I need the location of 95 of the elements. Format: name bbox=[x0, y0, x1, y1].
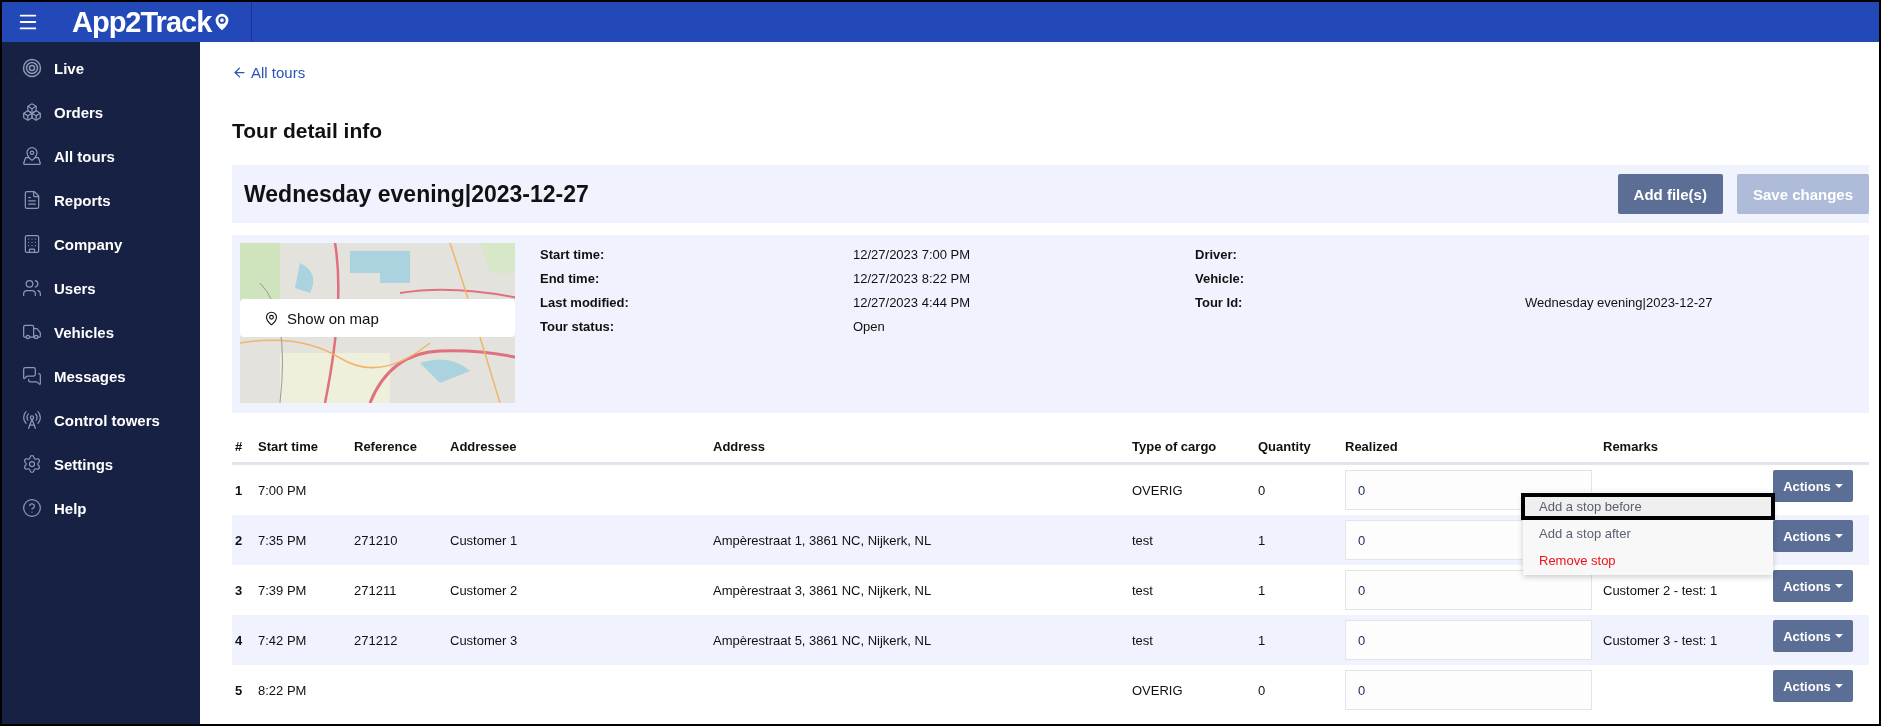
chat-icon bbox=[22, 366, 42, 386]
caret-icon bbox=[1834, 634, 1843, 638]
sidebar-item[interactable]: Users bbox=[2, 266, 200, 310]
table-cell-text: Ampèrestraat 5, 3861 NC, Nijkerk, NL bbox=[713, 632, 933, 648]
detail-value: 12/27/2023 7:00 PM bbox=[853, 247, 972, 264]
show-on-map-button[interactable]: Show on map bbox=[240, 299, 515, 337]
table-cell-text: 7:00 PM bbox=[258, 482, 308, 498]
column-header: # bbox=[235, 439, 244, 454]
detail-value: 12/27/2023 4:44 PM bbox=[853, 295, 972, 312]
detail-label: Tour Id: bbox=[1195, 295, 1244, 312]
table-cell-text: Customer 3 bbox=[450, 632, 519, 648]
detail-label: Start time: bbox=[540, 247, 606, 264]
realized-field[interactable]: 0 bbox=[1345, 570, 1592, 610]
table-cell-text: Ampèrestraat 3, 3861 NC, Nijkerk, NL bbox=[713, 582, 933, 598]
table-cell-text: OVERIG bbox=[1132, 682, 1184, 698]
realized-field[interactable]: 0 bbox=[1345, 620, 1592, 660]
actions-button[interactable]: Actions bbox=[1773, 670, 1853, 702]
table-cell-text: test bbox=[1132, 632, 1154, 648]
sidebar-item[interactable]: All tours bbox=[2, 134, 200, 178]
caret-icon bbox=[1834, 534, 1843, 538]
sidebar-item[interactable]: Company bbox=[2, 222, 200, 266]
table-cell-text: 5 bbox=[235, 682, 244, 698]
table-cell-text: 7:39 PM bbox=[258, 582, 308, 598]
sidebar-item[interactable]: Control towers bbox=[2, 398, 200, 442]
action-button[interactable]: Add file(s) bbox=[1617, 174, 1723, 214]
table-cell-text: Customer 3 - test: 1 bbox=[1603, 632, 1719, 648]
detail-label: Vehicle: bbox=[1195, 271, 1246, 288]
detail-label: Driver: bbox=[1195, 247, 1238, 264]
menu-item[interactable]: Add a stop before bbox=[1521, 493, 1775, 520]
back-link[interactable]: All tours bbox=[232, 64, 306, 81]
detail-value: Wednesday evening|2023-12-27 bbox=[1525, 295, 1714, 312]
detail-value: Open bbox=[853, 319, 886, 336]
sidebar-item[interactable]: Messages bbox=[2, 354, 200, 398]
actions-button[interactable]: Actions bbox=[1773, 470, 1853, 502]
document-icon bbox=[22, 190, 42, 210]
boxes-icon bbox=[22, 102, 42, 122]
concentric-circles-icon bbox=[22, 58, 42, 78]
map-pin-icon bbox=[264, 310, 279, 326]
help-icon bbox=[22, 498, 42, 518]
column-header: Start time bbox=[258, 439, 319, 454]
radio-tower-icon bbox=[22, 410, 42, 430]
sidebar-item[interactable]: Reports bbox=[2, 178, 200, 222]
table-cell-text: Customer 2 - test: 1 bbox=[1603, 582, 1719, 598]
building-icon bbox=[22, 234, 42, 254]
table-cell-text: Customer 1 bbox=[450, 532, 519, 548]
table-cell-text: 0 bbox=[1258, 682, 1267, 698]
users-icon bbox=[22, 278, 42, 298]
caret-icon bbox=[1834, 584, 1843, 588]
column-header: Type of cargo bbox=[1132, 439, 1218, 454]
detail-label: Last modified: bbox=[540, 295, 630, 312]
table-cell-text: test bbox=[1132, 532, 1154, 548]
column-header: Reference bbox=[354, 439, 418, 454]
table-cell-text: 1 bbox=[1258, 582, 1267, 598]
column-header: Address bbox=[713, 439, 767, 454]
sidebar-item[interactable]: Orders bbox=[2, 90, 200, 134]
logo: App2Track bbox=[72, 7, 212, 37]
tour-name: Wednesday evening|2023-12-27 bbox=[244, 180, 590, 208]
table-cell-text: 7:42 PM bbox=[258, 632, 308, 648]
realized-field[interactable]: 0 bbox=[1345, 670, 1592, 710]
table-cell-text: 4 bbox=[235, 632, 244, 648]
table-cell-text: Customer 2 bbox=[450, 582, 519, 598]
caret-icon bbox=[1834, 484, 1843, 488]
sidebar-item[interactable]: Vehicles bbox=[2, 310, 200, 354]
truck-icon bbox=[22, 322, 42, 342]
sidebar-item[interactable]: Settings bbox=[2, 442, 200, 486]
caret-icon bbox=[1834, 684, 1843, 688]
column-header: Quantity bbox=[1258, 439, 1312, 454]
table-cell-text: 271211 bbox=[354, 582, 398, 598]
table-cell-text: 0 bbox=[1258, 482, 1267, 498]
detail-label: Tour status: bbox=[540, 319, 616, 336]
table-cell-text: Ampèrestraat 1, 3861 NC, Nijkerk, NL bbox=[713, 532, 933, 548]
table-cell-text: OVERIG bbox=[1132, 482, 1184, 498]
map-pin-icon bbox=[22, 146, 42, 166]
table-cell-text: test bbox=[1132, 582, 1154, 598]
actions-button[interactable]: Actions bbox=[1773, 520, 1853, 552]
sidebar-item[interactable]: Live bbox=[2, 46, 200, 90]
table-cell-text: 271210 bbox=[354, 532, 399, 548]
column-header: Addressee bbox=[450, 439, 518, 454]
table-cell-text: 271212 bbox=[354, 632, 399, 648]
actions-button[interactable]: Actions bbox=[1773, 570, 1853, 602]
detail-value: 12/27/2023 8:22 PM bbox=[853, 271, 972, 288]
table-cell-text: 7:35 PM bbox=[258, 532, 308, 548]
table-cell-text: 1 bbox=[235, 482, 244, 498]
table-cell-text: 1 bbox=[1258, 632, 1267, 648]
page-title: Tour detail info bbox=[232, 119, 384, 143]
detail-label: End time: bbox=[540, 271, 601, 288]
actions-button[interactable]: Actions bbox=[1773, 620, 1853, 652]
table-cell-text: 1 bbox=[1258, 532, 1267, 548]
table-cell-text: 3 bbox=[235, 582, 244, 598]
column-header: Remarks bbox=[1603, 439, 1659, 454]
settings-icon bbox=[22, 454, 42, 474]
table-cell-text: 8:22 PM bbox=[258, 682, 308, 698]
column-header: Realized bbox=[1345, 439, 1399, 454]
sidebar-item[interactable]: Help bbox=[2, 486, 200, 530]
table-cell-text: 2 bbox=[235, 532, 244, 548]
